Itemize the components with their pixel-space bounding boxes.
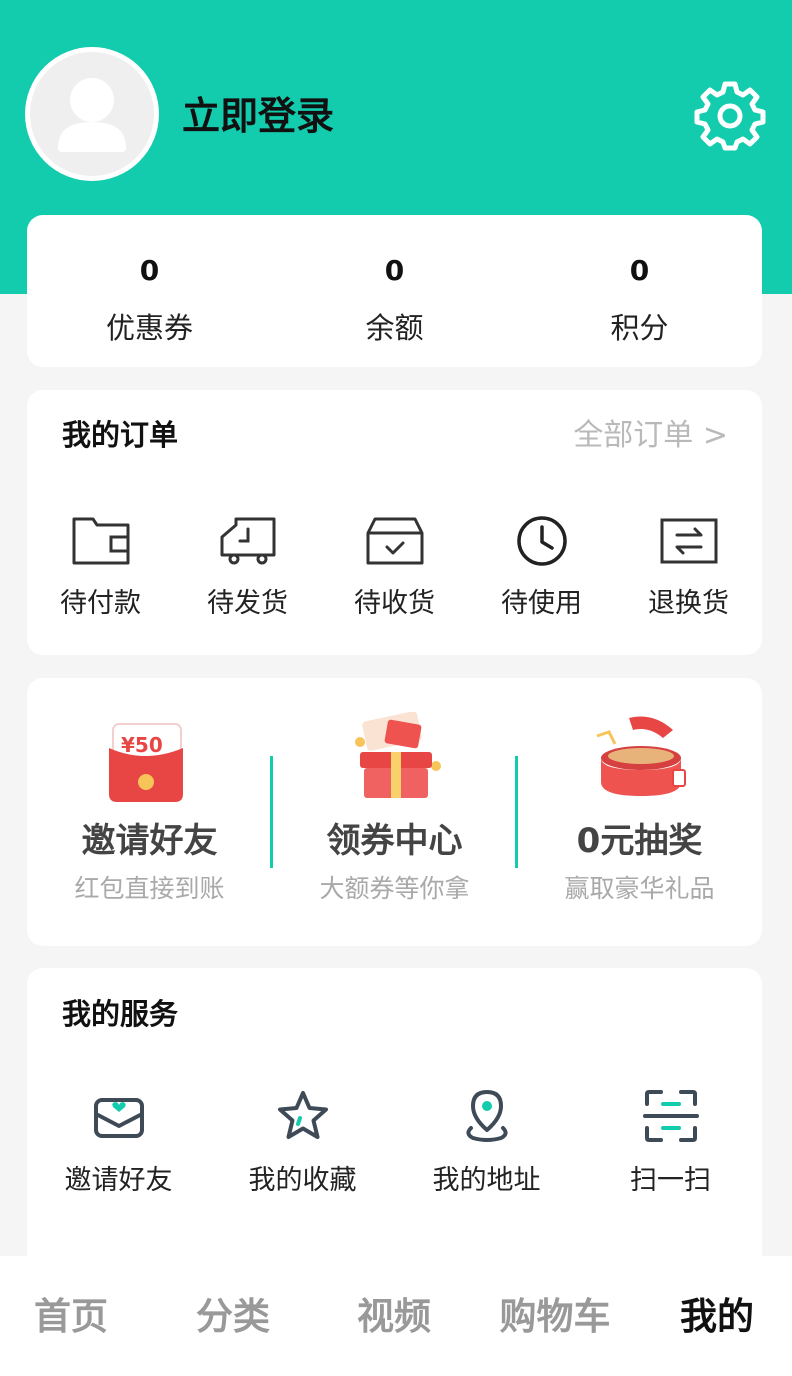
order-pending-receipt-label: 待收货 — [354, 588, 435, 619]
inbox-check-icon — [366, 517, 423, 565]
balance-label: 余额 — [365, 311, 424, 345]
promo-invite-subtitle: 红包直接到账 — [74, 874, 225, 903]
scan-icon — [642, 1090, 699, 1142]
avatar[interactable] — [25, 47, 159, 181]
tab-mine[interactable]: 我的 — [638, 1294, 792, 1340]
promo-invite-title: 邀请好友 — [81, 821, 218, 861]
truck-icon — [220, 517, 275, 565]
promo-invite-friends[interactable]: ¥50 邀请好友 红包直接到账 — [27, 678, 272, 946]
gift-box-icon — [355, 712, 441, 798]
service-scan-label: 扫一扫 — [630, 1165, 711, 1196]
tab-home[interactable]: 首页 — [0, 1294, 150, 1340]
coupon-stat[interactable]: 0 优惠券 — [27, 215, 272, 367]
service-address[interactable]: 我的地址 — [395, 1088, 578, 1196]
exchange-icon — [660, 518, 717, 564]
envelope-heart-icon — [93, 1098, 144, 1138]
treasure-box-icon — [596, 716, 686, 796]
coupon-label: 优惠券 — [105, 311, 193, 345]
points-stat[interactable]: 0 积分 — [517, 215, 762, 367]
service-favorites-label: 我的收藏 — [248, 1165, 357, 1196]
login-button[interactable]: 立即登录 — [182, 92, 334, 140]
promo-lottery-subtitle: 赢取豪华礼品 — [564, 874, 715, 903]
balance-stat[interactable]: 0 余额 — [272, 215, 517, 367]
promotions-card: ¥50 邀请好友 红包直接到账 领券中心 大额券等你拿 0元抽奖 赢取豪华礼品 — [27, 678, 762, 946]
order-pending-shipment-label: 待发货 — [207, 588, 288, 619]
location-pin-icon — [465, 1090, 508, 1142]
order-pending-receipt[interactable]: 待收货 — [321, 515, 468, 635]
coupon-count: 0 — [139, 254, 160, 287]
order-pending-payment[interactable]: 待付款 — [27, 515, 174, 635]
my-orders-card: 我的订单 全部订单 > 待付款 待发货 待收货 待使用 退换货 — [27, 390, 762, 655]
clock-icon — [516, 516, 567, 566]
tab-cart[interactable]: 购物车 — [476, 1294, 634, 1340]
gear-icon — [694, 81, 766, 151]
points-count: 0 — [629, 254, 650, 287]
red-envelope-icon: ¥50 — [109, 723, 183, 802]
orders-title: 我的订单 — [62, 418, 179, 452]
order-pending-use-label: 待使用 — [501, 588, 582, 619]
service-invite-friends[interactable]: 邀请好友 — [27, 1088, 210, 1196]
service-invite-friends-label: 邀请好友 — [64, 1165, 173, 1196]
all-orders-link[interactable]: 全部订单 > — [573, 418, 728, 454]
account-stats-card: 0 优惠券 0 余额 0 积分 — [27, 215, 762, 367]
tab-video[interactable]: 视频 — [315, 1294, 473, 1340]
order-pending-use[interactable]: 待使用 — [468, 515, 615, 635]
bottom-tab-bar: 首页 分类 视频 购物车 我的 — [0, 1256, 792, 1376]
my-services-card: 我的服务 邀请好友 我的收藏 我的地址 扫一扫 — [27, 968, 762, 1268]
star-icon — [277, 1091, 328, 1139]
wallet-icon — [72, 517, 129, 565]
promo-free-lottery[interactable]: 0元抽奖 赢取豪华礼品 — [517, 678, 762, 946]
order-returns-label: 退换货 — [648, 588, 729, 619]
services-title: 我的服务 — [62, 997, 179, 1031]
service-scan[interactable]: 扫一扫 — [579, 1088, 762, 1196]
settings-button[interactable] — [694, 80, 766, 152]
default-avatar-icon — [58, 78, 126, 152]
balance-amount: 0 — [384, 254, 405, 287]
order-returns[interactable]: 退换货 — [615, 515, 762, 635]
promo-coupon-subtitle: 大额券等你拿 — [319, 874, 470, 903]
tab-category[interactable]: 分类 — [154, 1294, 312, 1340]
points-label: 积分 — [610, 311, 669, 345]
order-pending-payment-label: 待付款 — [60, 588, 141, 619]
promo-coupon-title: 领券中心 — [326, 821, 463, 861]
service-address-label: 我的地址 — [432, 1165, 541, 1196]
promo-lottery-title: 0元抽奖 — [576, 821, 703, 861]
svg-text:¥50: ¥50 — [121, 733, 163, 757]
order-pending-shipment[interactable]: 待发货 — [174, 515, 321, 635]
promo-coupon-center[interactable]: 领券中心 大额券等你拿 — [272, 678, 517, 946]
service-favorites[interactable]: 我的收藏 — [211, 1088, 394, 1196]
